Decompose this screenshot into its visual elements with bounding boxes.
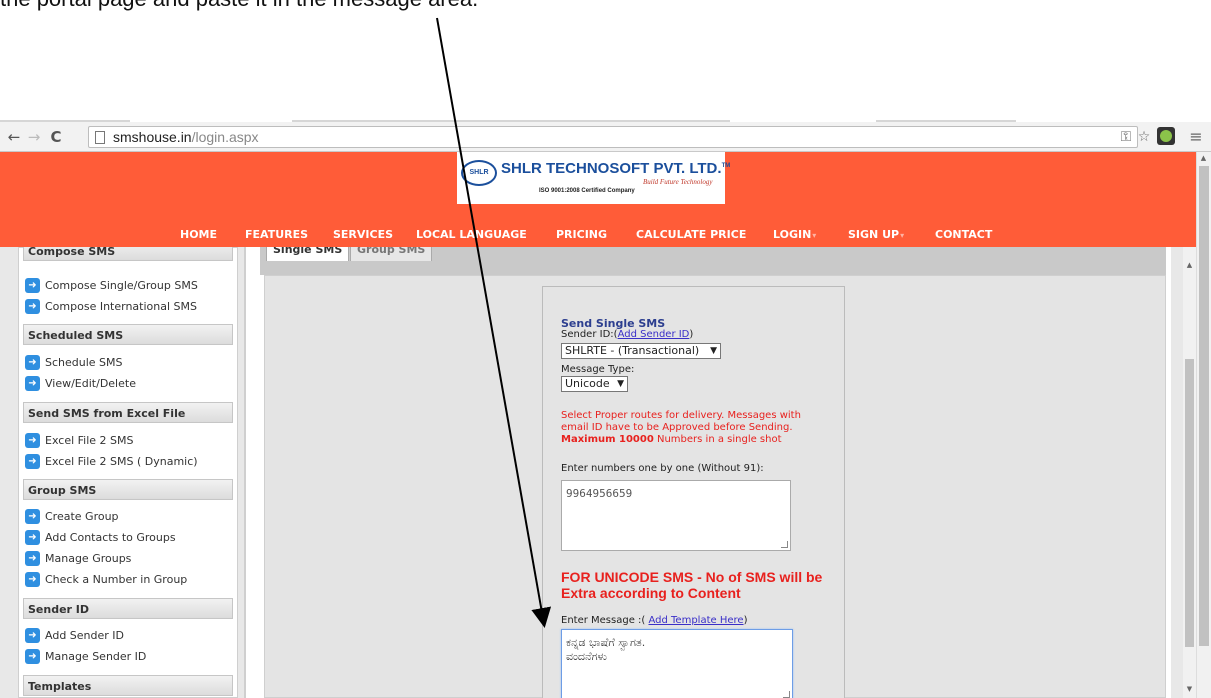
scroll-up-icon[interactable]: ▲ [1183, 261, 1196, 269]
dropdown-arrow-icon: ▼ [617, 379, 624, 389]
address-bar[interactable]: smshouse.in/login.aspx [88, 126, 1138, 148]
page-icon [95, 131, 105, 144]
add-sender-id-link[interactable]: Add Sender ID [618, 329, 690, 340]
key-icon[interactable]: ⚿ [1116, 127, 1136, 147]
delivery-warning: Select Proper routes for delivery. Messa… [561, 410, 801, 445]
menu-icon[interactable]: ≡ [1186, 127, 1206, 147]
message-type-label: Message Type: [561, 364, 635, 375]
url-text[interactable]: smshouse.in/login.aspx [113, 129, 259, 145]
add-template-link[interactable]: Add Template Here [648, 615, 743, 626]
resize-handle-icon[interactable] [781, 541, 788, 548]
arrow-right-icon: ➜ [25, 649, 40, 664]
send-single-sms-form: Send Single SMS Sender ID:(Add Sender ID… [542, 286, 845, 698]
nav-features[interactable]: FEATURES [245, 228, 308, 241]
arrow-right-icon: ➜ [25, 278, 40, 293]
message-label: Enter Message :( Add Template Here) [561, 615, 748, 626]
message-input[interactable]: ಕನ್ನಡ ಭಾಷೆಗೆ ಸ್ವಾಗತ. ವಂದನೆಗಳು [561, 629, 793, 698]
numbers-input[interactable]: 9964956659 [561, 480, 791, 551]
nav-contact[interactable]: CONTACT [935, 228, 992, 241]
nav-services[interactable]: SERVICES [333, 228, 393, 241]
tab-single-sms[interactable]: Single SMS [266, 247, 350, 261]
company-logo[interactable]: SHLR SHLR TECHNOSOFT PVT. LTD.TM Build F… [457, 152, 730, 204]
arrow-right-icon: ➜ [25, 433, 40, 448]
browser-tabstrip [0, 108, 1211, 122]
nav-local-language[interactable]: LOCAL LANGUAGE [416, 228, 527, 241]
chevron-down-icon: ▾ [812, 231, 817, 240]
dropdown-arrow-icon: ▼ [710, 346, 717, 356]
tab-body: Send Single SMS Sender ID:(Add Sender ID… [264, 275, 1166, 698]
page-scrollbar[interactable]: ▲ [1196, 152, 1211, 698]
arrow-right-icon: ➜ [25, 509, 40, 524]
arrow-right-icon: ➜ [25, 572, 40, 587]
sms-panel: Single SMS Group SMS Send Single SMS Sen… [244, 247, 1171, 698]
reload-icon[interactable]: C [46, 126, 66, 148]
tab-bar: Single SMS Group SMS [260, 247, 1166, 275]
chevron-down-icon: ▾ [900, 231, 905, 240]
message-line: ವಂದನೆಗಳು [566, 650, 608, 663]
logo-iso-text: ISO 9001:2008 Certified Company [539, 188, 635, 194]
arrow-right-icon: ➜ [25, 355, 40, 370]
instruction-caption: the portal page and paste it in the mess… [0, 0, 478, 12]
logo-name: SHLR TECHNOSOFT PVT. LTD.TM [501, 160, 731, 177]
sidebar-section-scheduled: Scheduled SMS [23, 324, 233, 345]
sender-id-label: Sender ID:(Add Sender ID) [561, 329, 694, 340]
arrow-right-icon: ➜ [25, 299, 40, 314]
arrow-right-icon: ➜ [25, 454, 40, 469]
scroll-up-icon[interactable]: ▲ [1197, 154, 1210, 162]
nav-pricing[interactable]: PRICING [556, 228, 607, 241]
arrow-right-icon: ➜ [25, 530, 40, 545]
inner-scrollbar[interactable]: ▲ ▼ [1183, 247, 1196, 698]
tab-group-sms[interactable]: Group SMS [350, 247, 433, 261]
page-scroll-thumb[interactable] [1199, 166, 1209, 646]
sidebar-section-sender-id: Sender ID [23, 598, 233, 619]
forward-icon[interactable]: → [24, 126, 44, 148]
logo-emblem: SHLR [461, 160, 497, 186]
extension-icon[interactable] [1157, 127, 1175, 145]
arrow-right-icon: ➜ [25, 551, 40, 566]
nav-login[interactable]: LOGIN▾ [773, 228, 816, 241]
numbers-label: Enter numbers one by one (Without 91): [561, 463, 764, 474]
browser-toolbar: ← → C smshouse.in/login.aspx ⚿ ☆ ≡ [0, 122, 1211, 152]
sender-id-select[interactable]: SHLRTE - (Transactional) ▼ [561, 343, 721, 359]
arrow-right-icon: ➜ [25, 628, 40, 643]
arrow-right-icon: ➜ [25, 376, 40, 391]
sidebar-section-templates: Templates [23, 675, 233, 696]
back-icon[interactable]: ← [4, 126, 24, 148]
message-line: ಕನ್ನಡ ಭಾಷೆಗೆ ಸ್ವಾಗತ. [566, 636, 646, 649]
main-content: Compose SMS ➜ Compose Single/Group SMS ➜ C… [0, 247, 1183, 698]
sidebar-section-compose: Compose SMS [23, 247, 233, 261]
scroll-down-icon[interactable]: ▼ [1183, 685, 1196, 693]
logo-tagline: Build Future Technology [643, 178, 713, 186]
nav-home[interactable]: HOME [180, 228, 217, 241]
sidebar: Compose SMS ➜ Compose Single/Group SMS ➜ C… [18, 247, 238, 698]
site-header: SHLR SHLR TECHNOSOFT PVT. LTD.TM Build F… [0, 152, 1196, 247]
star-icon[interactable]: ☆ [1134, 127, 1154, 147]
nav-sign-up[interactable]: SIGN UP▾ [848, 228, 904, 241]
resize-handle-icon[interactable] [783, 691, 790, 698]
sidebar-section-excel: Send SMS from Excel File [23, 402, 233, 423]
inner-scroll-thumb[interactable] [1185, 359, 1194, 647]
sidebar-section-group: Group SMS [23, 479, 233, 500]
main-nav: HOME FEATURES SERVICES LOCAL LANGUAGE PR… [0, 228, 1196, 246]
nav-calculate-price[interactable]: CALCULATE PRICE [636, 228, 746, 241]
message-type-select[interactable]: Unicode ▼ [561, 376, 628, 392]
unicode-note: FOR UNICODE SMS - No of SMS will be Extr… [561, 569, 823, 601]
